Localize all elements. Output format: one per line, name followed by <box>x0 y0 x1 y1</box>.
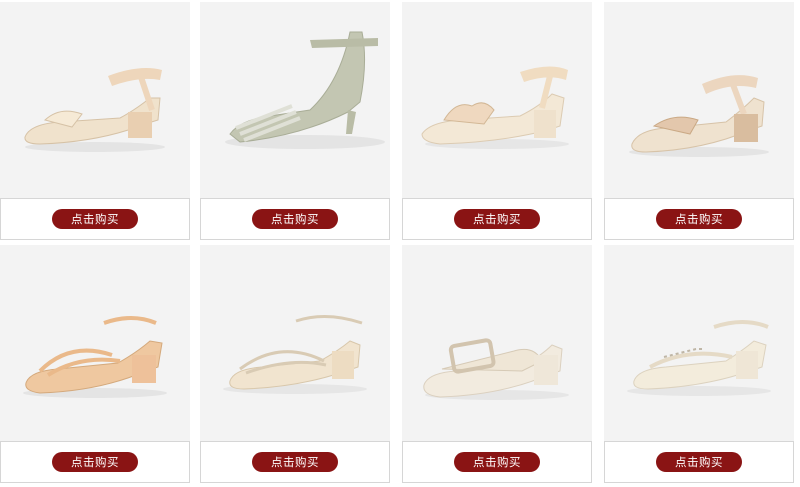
buy-button[interactable]: 点击购买 <box>52 452 138 472</box>
product-card[interactable]: 点击购买 <box>0 2 190 240</box>
product-grid: 点击购买 点击购买 点击购买 点击购买 点击购买 点击购买 点击购买 点击购买 <box>0 0 800 487</box>
buy-button[interactable]: 点击购买 <box>252 452 338 472</box>
product-bar: 点击购买 <box>604 198 794 240</box>
product-image-slide[interactable] <box>402 245 592 441</box>
product-card[interactable]: 点击购买 <box>0 245 190 483</box>
buy-button[interactable]: 点击购买 <box>52 209 138 229</box>
buy-button[interactable]: 点击购买 <box>454 452 540 472</box>
product-image-sandal[interactable] <box>604 245 794 441</box>
product-card[interactable]: 点击购买 <box>604 245 794 483</box>
product-bar: 点击购买 <box>200 198 390 240</box>
product-image-heel[interactable] <box>200 2 390 198</box>
buy-button[interactable]: 点击购买 <box>656 209 742 229</box>
buy-button[interactable]: 点击购买 <box>656 452 742 472</box>
product-image-sandal[interactable] <box>0 245 190 441</box>
product-bar: 点击购买 <box>604 441 794 483</box>
product-bar: 点击购买 <box>200 441 390 483</box>
product-image-sandal[interactable] <box>0 2 190 198</box>
product-card[interactable]: 点击购买 <box>200 2 390 240</box>
product-card[interactable]: 点击购买 <box>604 2 794 240</box>
product-image-sandal[interactable] <box>402 2 592 198</box>
product-bar: 点击购买 <box>0 198 190 240</box>
product-card[interactable]: 点击购买 <box>402 2 592 240</box>
buy-button[interactable]: 点击购买 <box>454 209 540 229</box>
product-bar: 点击购买 <box>402 441 592 483</box>
product-bar: 点击购买 <box>0 441 190 483</box>
buy-button[interactable]: 点击购买 <box>252 209 338 229</box>
product-image-sandal[interactable] <box>200 245 390 441</box>
product-image-sandal[interactable] <box>604 2 794 198</box>
product-bar: 点击购买 <box>402 198 592 240</box>
product-card[interactable]: 点击购买 <box>200 245 390 483</box>
product-card[interactable]: 点击购买 <box>402 245 592 483</box>
